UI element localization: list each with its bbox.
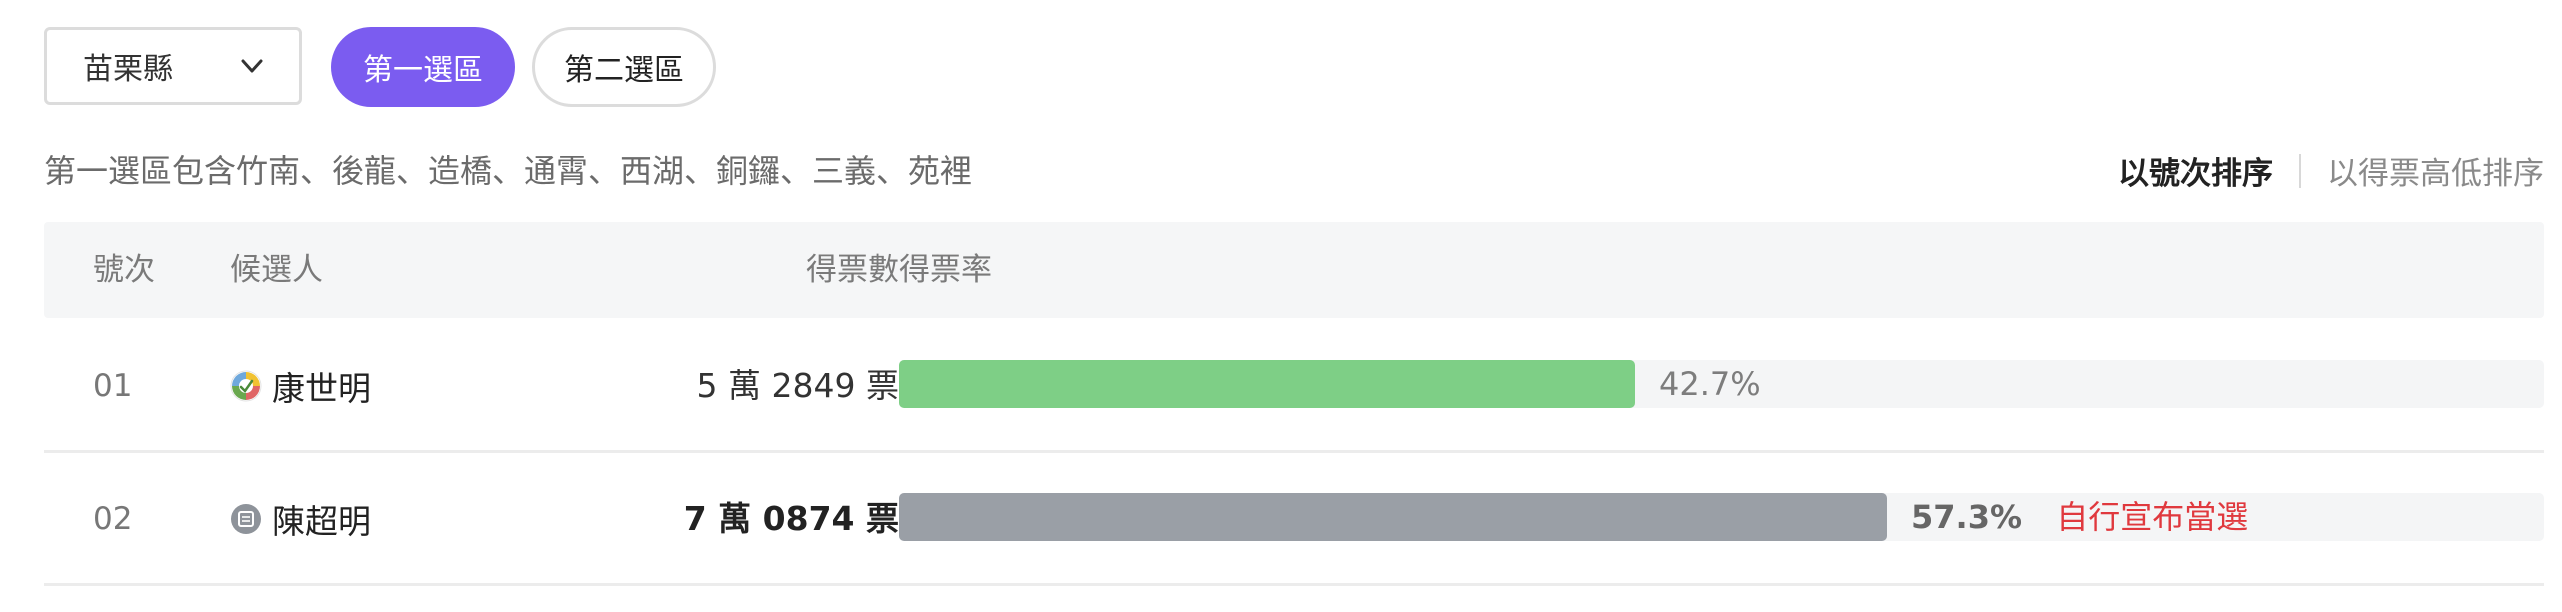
chevron-down-icon bbox=[239, 53, 265, 79]
candidate-number: 01 bbox=[93, 368, 133, 404]
vote-rate-bar-fill bbox=[899, 360, 1635, 408]
tab-district-1[interactable]: 第一選區 bbox=[331, 27, 515, 107]
elected-note: 自行宣布當選 bbox=[2056, 498, 2249, 536]
county-select-value: 苗栗縣 bbox=[83, 52, 173, 87]
vote-rate-text-wrap: 42.7% bbox=[1659, 360, 1761, 408]
tab-district-2[interactable]: 第二選區 bbox=[532, 27, 716, 107]
candidate-votes: 7 萬 0874 票 bbox=[683, 499, 899, 538]
party-icon-multicolor bbox=[230, 370, 262, 402]
tab-district-2-label: 第二選區 bbox=[564, 53, 684, 88]
vote-rate-bar: 42.7% bbox=[899, 360, 2544, 408]
county-select[interactable]: 苗栗縣 bbox=[44, 27, 302, 105]
header-number: 號次 bbox=[93, 252, 155, 288]
candidate-number: 02 bbox=[93, 501, 133, 537]
sort-by-votes-link[interactable]: 以得票高低排序 bbox=[2327, 148, 2544, 193]
candidate-votes: 5 萬 2849 票 bbox=[696, 366, 899, 405]
vote-rate-percent: 57.3% bbox=[1911, 498, 2023, 536]
vote-rate-text-wrap: 57.3% 自行宣布當選 bbox=[1911, 493, 2248, 541]
table-row: 01 康世明 5 萬 2849 票 42.7% bbox=[44, 322, 2544, 453]
election-results-panel: 苗栗縣 第一選區 第二選區 第一選區包含竹南、後龍、造橋、通霄、西湖、銅鑼、三義… bbox=[0, 0, 2562, 612]
tab-district-1-label: 第一選區 bbox=[363, 53, 483, 88]
table-row: 02 陳超明 7 萬 0874 票 57.3% 自行宣布當選 bbox=[44, 455, 2544, 586]
table-header: 號次 候選人 得票數 得票率 bbox=[44, 222, 2544, 318]
sort-divider bbox=[2299, 153, 2301, 188]
vote-rate-percent: 42.7% bbox=[1659, 365, 1761, 403]
candidate-name: 陳超明 bbox=[272, 502, 371, 541]
vote-rate-bar-fill bbox=[899, 493, 1887, 541]
header-votes: 得票數 bbox=[806, 252, 899, 288]
vote-rate-bar: 57.3% 自行宣布當選 bbox=[899, 493, 2544, 541]
sort-options: 以號次排序 以得票高低排序 bbox=[2118, 148, 2544, 193]
district-description: 第一選區包含竹南、後龍、造橋、通霄、西湖、銅鑼、三義、苑裡 bbox=[44, 152, 973, 190]
candidate-name: 康世明 bbox=[272, 369, 371, 408]
candidate-cell: 康世明 bbox=[230, 322, 371, 450]
candidate-cell: 陳超明 bbox=[230, 455, 371, 583]
header-candidate: 候選人 bbox=[230, 252, 323, 288]
sort-by-number-link[interactable]: 以號次排序 bbox=[2118, 148, 2273, 193]
party-icon-independent bbox=[230, 503, 262, 535]
header-rate: 得票率 bbox=[899, 252, 992, 288]
